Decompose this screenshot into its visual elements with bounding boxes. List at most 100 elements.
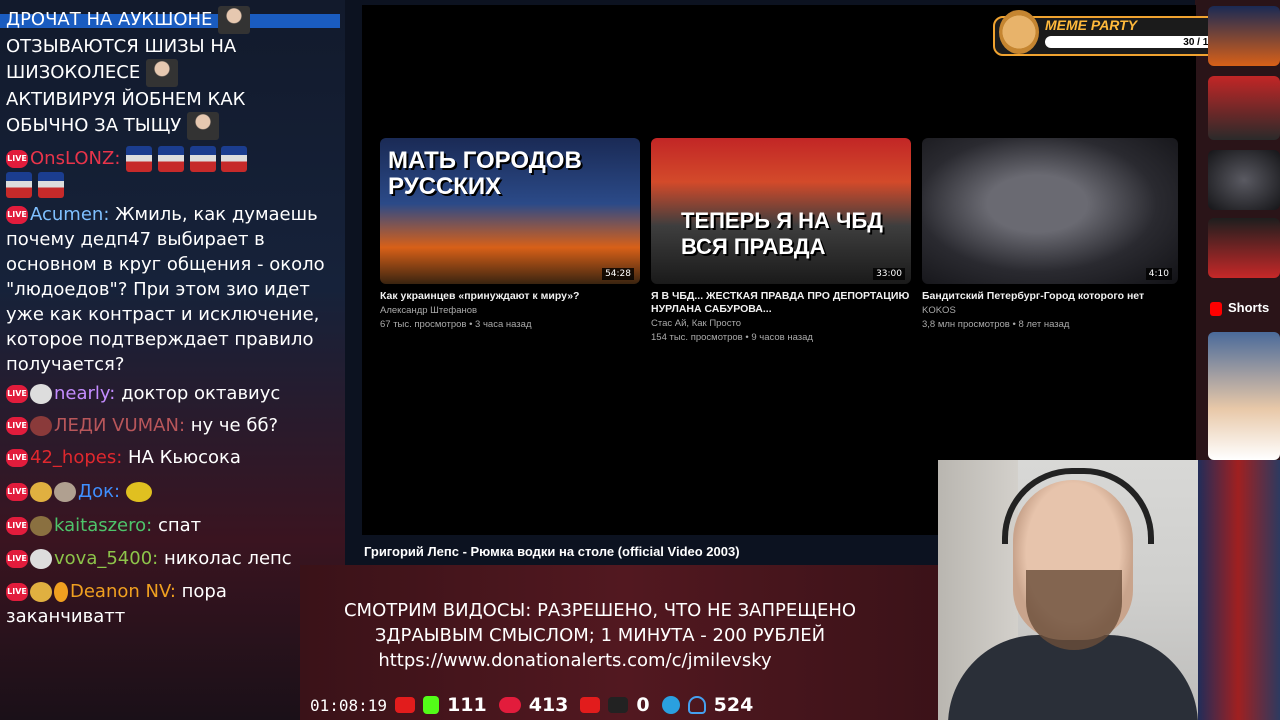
emote-icon bbox=[187, 112, 220, 140]
telegram-icon bbox=[661, 696, 680, 714]
related-thumbnail[interactable] bbox=[1208, 76, 1280, 140]
video-card[interactable]: ТЕПЕРЬ Я НА ЧБД ВСЯ ПРАВДА 33:00 Я В ЧБД… bbox=[651, 138, 911, 344]
stream-rules: СМОТРИМ ВИДОСЫ: РАЗРЕШЕНО, ЧТО НЕ ЗАПРЕЩ… bbox=[300, 598, 900, 673]
live-viewers: 413 bbox=[528, 694, 569, 716]
video-duration: 54:28 bbox=[602, 268, 634, 280]
kick-icon bbox=[423, 696, 440, 714]
video-title[interactable]: Я В ЧБД... ЖЕСТКАЯ ПРАВДА ПРО ДЕПОРТАЦИЮ… bbox=[651, 290, 911, 316]
chat-username[interactable]: vova_5400 bbox=[54, 548, 152, 569]
donation-url[interactable]: https://www.donationalerts.com/c/jmilevs… bbox=[300, 648, 900, 673]
chat-username[interactable]: 42_hopes bbox=[30, 447, 116, 468]
doge-icon bbox=[999, 10, 1039, 54]
live-icon: LIVE bbox=[6, 550, 28, 568]
chat-message-text: спат bbox=[157, 515, 202, 536]
video-title[interactable]: Бандитский Петербург-Город которого нет bbox=[922, 290, 1182, 303]
chat-username[interactable]: OnsLONZ bbox=[30, 148, 114, 169]
rules-line: ЗДРАЫВЫМ СМЫСЛОМ; 1 МИНУТА - 200 РУБЛЕЙ bbox=[374, 625, 826, 646]
chat-text: ШИЗОКОЛЕСЕ bbox=[6, 62, 141, 83]
video-meta: 3,8 млн просмотров • 8 лет назад bbox=[922, 319, 1070, 330]
emote-icon bbox=[189, 146, 216, 172]
kick-viewers: 111 bbox=[447, 694, 487, 716]
video-meta: 154 тыс. просмотров • 9 часов назад bbox=[651, 332, 813, 343]
avatar-icon bbox=[30, 384, 52, 404]
chat-username[interactable]: Acumen bbox=[30, 204, 103, 225]
chat-text: ОТЗЫВАЮТСЯ ШИЗЫ НА bbox=[6, 36, 237, 57]
chat-line bbox=[6, 172, 336, 198]
badge-icon bbox=[54, 582, 68, 602]
emote-icon bbox=[218, 6, 251, 34]
chat-message: LIVE kaitaszero: спат bbox=[6, 515, 202, 536]
chat-line: ОТЗЫВАЮТСЯ ШИЗЫ НА bbox=[6, 34, 336, 59]
badge-icon bbox=[54, 482, 76, 502]
video-channel[interactable]: Александр Штефанов bbox=[380, 305, 640, 317]
chat-line: ДРОЧАТ НА АУКШОНЕ bbox=[6, 6, 336, 34]
chat-panel: ДРОЧАТ НА АУКШОНЕ ОТЗЫВАЮТСЯ ШИЗЫ НА ШИЗ… bbox=[6, 6, 336, 629]
chat-message: LIVE vova_5400: николас лепс bbox=[6, 548, 292, 569]
chat-line: ОБЫЧНО ЗА ТЫЩУ bbox=[6, 112, 336, 140]
play-icon bbox=[580, 697, 601, 713]
webcam-feed bbox=[938, 460, 1198, 720]
chat-message-text: НА Кьюсока bbox=[128, 447, 241, 468]
emote-icon bbox=[126, 146, 153, 172]
beer-icon bbox=[30, 582, 52, 602]
user-icon bbox=[687, 696, 706, 714]
emote-icon bbox=[37, 172, 64, 198]
video-duration: 33:00 bbox=[873, 268, 905, 280]
thumbnail-caption: МАТЬ ГОРОДОВ РУССКИХ bbox=[388, 147, 582, 200]
chat-message: LIVE 42_hopes: НА Кьюсока bbox=[6, 447, 241, 468]
video-channel[interactable]: Стас Ай, Как Просто bbox=[651, 318, 911, 330]
live-icon: LIVE bbox=[6, 449, 28, 467]
chat-username[interactable]: kaitaszero bbox=[54, 515, 146, 536]
related-thumbnail[interactable] bbox=[1208, 150, 1280, 210]
chat-message: LIVE OnsLONZ: bbox=[6, 146, 336, 172]
chat-username[interactable]: Deanon NV bbox=[70, 581, 170, 602]
chat-message: LIVE nearly: доктор октавиус bbox=[6, 383, 281, 404]
live-icon: LIVE bbox=[6, 583, 28, 601]
video-card[interactable]: 4:10 Бандитский Петербург-Город которого… bbox=[922, 138, 1182, 331]
chat-line: ШИЗОКОЛЕСЕ bbox=[6, 59, 336, 87]
video-thumbnail[interactable]: 4:10 bbox=[922, 138, 1178, 284]
chat-message: LIVE Acumen: Жмиль, как думаешь почему де… bbox=[6, 204, 325, 375]
shorts-icon bbox=[1210, 301, 1222, 316]
total-viewers: 524 bbox=[713, 694, 754, 716]
stream-stats-bar: 01:08:19 111 413 0 524 bbox=[300, 692, 757, 718]
emote-icon bbox=[221, 146, 248, 172]
live-icon: LIVE bbox=[6, 150, 28, 168]
video-duration: 4:10 bbox=[1145, 268, 1172, 280]
chat-text: ДРОЧАТ НА АУКШОНЕ bbox=[6, 9, 213, 30]
live-icon: LIVE bbox=[6, 517, 28, 535]
thumbnail-caption: ТЕПЕРЬ Я НА ЧБД ВСЯ ПРАВДА bbox=[681, 208, 883, 259]
related-thumbnail[interactable] bbox=[1208, 218, 1280, 278]
video-title[interactable]: Как украинцев «принуждают к миру»? bbox=[380, 290, 640, 303]
live-icon bbox=[498, 697, 521, 713]
shorts-thumbnail[interactable] bbox=[1208, 332, 1280, 460]
live-icon: LIVE bbox=[6, 206, 28, 224]
chat-text: АКТИВИРУЯ ЙОБНЕМ КАК bbox=[6, 89, 246, 110]
now-playing-title[interactable]: Григорий Лепс - Рюмка водки на столе (of… bbox=[364, 544, 740, 559]
video-thumbnail[interactable]: ТЕПЕРЬ Я НА ЧБД ВСЯ ПРАВДА 33:00 bbox=[651, 138, 911, 284]
video-thumbnail[interactable]: МАТЬ ГОРОДОВ РУССКИХ 54:28 bbox=[380, 138, 640, 284]
rutube-icon bbox=[608, 697, 629, 713]
rutube-viewers: 0 bbox=[636, 694, 650, 716]
chat-message-text: доктор октавиус bbox=[121, 383, 281, 404]
chat-message: LIVE ЛЕДИ VUMAN: ну че бб? bbox=[6, 415, 279, 436]
shorts-section[interactable]: Shorts bbox=[1210, 300, 1269, 316]
chat-line: АКТИВИРУЯ ЙОБНЕМ КАК bbox=[6, 87, 336, 112]
related-thumbnail[interactable] bbox=[1208, 6, 1280, 66]
avatar-icon bbox=[30, 549, 52, 569]
rules-line: СМОТРИМ ВИДОСЫ: РАЗРЕШЕНО, ЧТО НЕ ЗАПРЕЩ… bbox=[343, 600, 857, 621]
meme-party-title: MEME PARTY bbox=[1045, 17, 1138, 33]
emote-icon bbox=[6, 172, 32, 198]
chat-message-text: николас лепс bbox=[163, 548, 292, 569]
chat-username[interactable]: nearly bbox=[54, 383, 109, 404]
chat-username[interactable]: Док bbox=[78, 481, 114, 502]
live-icon: LIVE bbox=[6, 417, 28, 435]
chat-message-text: Жмиль, как думаешь почему дедп47 выбирае… bbox=[6, 204, 325, 375]
video-card[interactable]: МАТЬ ГОРОДОВ РУССКИХ 54:28 Как украинцев… bbox=[380, 138, 640, 331]
chat-username[interactable]: ЛЕДИ VUMAN bbox=[54, 415, 179, 436]
webcam-background-flag bbox=[1196, 460, 1280, 720]
video-channel[interactable]: KOKOS bbox=[922, 305, 1182, 317]
live-icon: LIVE bbox=[6, 483, 28, 501]
emote-icon bbox=[145, 59, 178, 87]
video-meta: 67 тыс. просмотров • 3 часа назад bbox=[380, 319, 532, 330]
